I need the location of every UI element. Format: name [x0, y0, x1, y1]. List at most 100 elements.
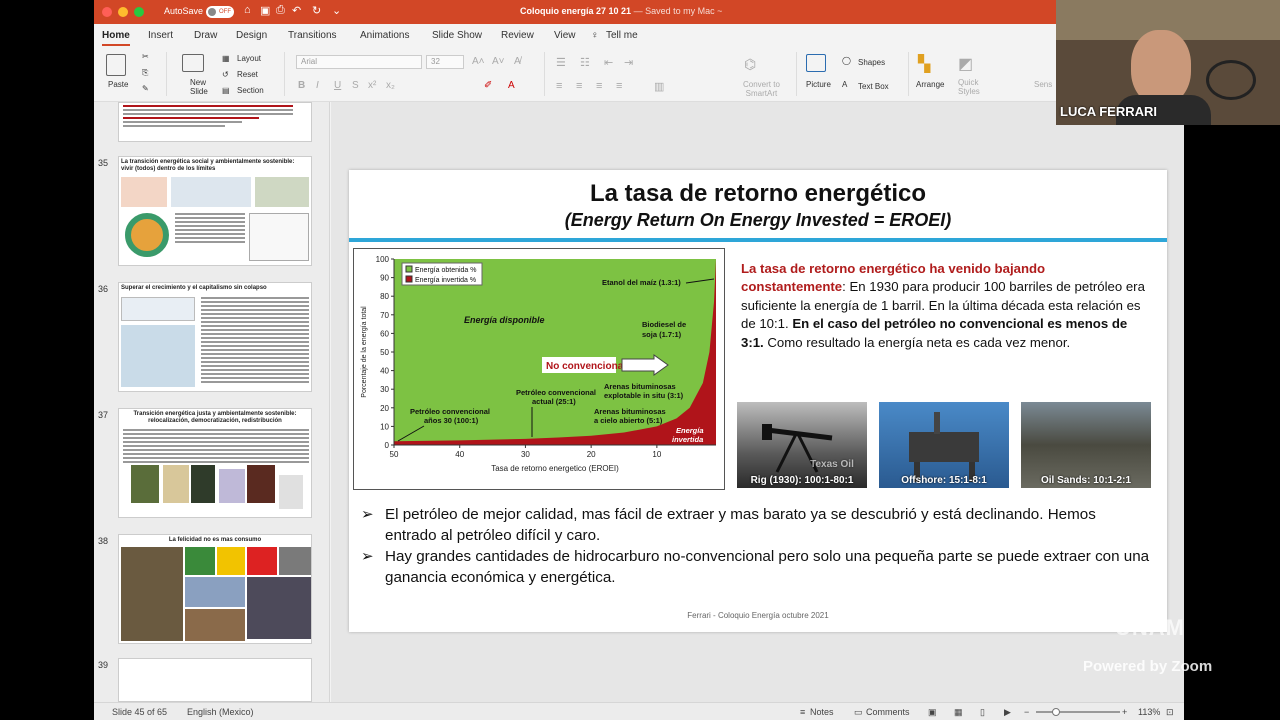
paste-icon[interactable]	[106, 54, 126, 76]
save-icon[interactable]: ▣	[260, 4, 270, 17]
indent-icon[interactable]: ⇤	[604, 56, 613, 69]
tab-transitions[interactable]: Transitions	[288, 30, 337, 41]
new-slide-label[interactable]: New Slide	[190, 78, 208, 96]
smartart-icon[interactable]: ⌬	[744, 56, 756, 73]
tab-home[interactable]: Home	[102, 30, 130, 46]
current-slide[interactable]: La tasa de retorno energético (Energy Re…	[349, 170, 1167, 632]
clear-format-icon[interactable]: A̸	[514, 56, 521, 67]
slide-thumbnail[interactable]: Transición energética justa y ambientalm…	[118, 408, 312, 518]
minimize-window-button[interactable]	[118, 7, 128, 17]
slide-thumbnails-pane[interactable]: 35 La transición energética social y amb…	[94, 102, 330, 702]
layout-button[interactable]: Layout	[237, 54, 261, 63]
convert-smartart-label[interactable]: Convert to SmartArt	[743, 80, 780, 98]
tab-review[interactable]: Review	[501, 30, 534, 41]
highlight-icon[interactable]: ✐	[484, 80, 492, 91]
comments-icon[interactable]: ▭	[854, 707, 863, 718]
tab-insert[interactable]: Insert	[148, 30, 173, 41]
tab-slide-show[interactable]: Slide Show	[432, 30, 482, 41]
language-indicator[interactable]: English (Mexico)	[187, 707, 254, 717]
zoom-out-icon[interactable]: −	[1024, 707, 1029, 717]
explanation-text[interactable]: La tasa de retorno energético ha venido …	[741, 260, 1151, 352]
picture-icon[interactable]	[806, 54, 826, 72]
zoom-in-icon[interactable]: +	[1122, 707, 1127, 717]
tab-draw[interactable]: Draw	[194, 30, 217, 41]
slideshow-icon[interactable]: ▶	[1004, 707, 1011, 718]
sensitivity-label[interactable]: Sens	[1034, 80, 1052, 89]
autosave-toggle[interactable]: OFF	[206, 6, 234, 18]
arrange-icon[interactable]: ▚	[918, 54, 930, 74]
copy-icon[interactable]: ⎘	[142, 68, 148, 78]
strikethrough-icon[interactable]: S	[352, 80, 359, 91]
outdent-icon[interactable]: ⇥	[624, 56, 633, 69]
numbering-icon[interactable]: ☷	[580, 56, 590, 69]
format-painter-icon[interactable]: ✎	[142, 84, 149, 93]
quick-styles-label[interactable]: Quick Styles	[958, 78, 980, 96]
align-right-icon[interactable]: ≡	[596, 80, 602, 92]
picture-label[interactable]: Picture	[806, 80, 831, 89]
shapes-label[interactable]: Shapes	[858, 58, 885, 67]
thumbnail-image	[121, 297, 195, 321]
font-name-field[interactable]: Arial	[296, 55, 422, 69]
slide-thumbnail[interactable]: La transición energética social y ambien…	[118, 156, 312, 266]
slide-thumbnail[interactable]: La felicidad no es mas consumo	[118, 534, 312, 644]
close-window-button[interactable]	[102, 7, 112, 17]
paste-label[interactable]: Paste	[108, 80, 128, 89]
reset-button[interactable]: Reset	[237, 70, 258, 79]
columns-icon[interactable]: ▥	[654, 80, 664, 93]
comments-button[interactable]: Comments	[866, 707, 910, 717]
subscript-icon[interactable]: x₂	[386, 80, 395, 91]
bullets-icon[interactable]: ☰	[556, 56, 566, 69]
slide-thumbnail[interactable]: Superar el crecimiento y el capitalismo …	[118, 282, 312, 392]
slide-editor-canvas[interactable]: La tasa de retorno energético (Energy Re…	[331, 102, 1184, 702]
shapes-icon[interactable]: ◯	[842, 56, 851, 65]
bullet-list[interactable]: ➢ El petróleo de mejor calidad, mas fáci…	[361, 504, 1151, 588]
eroei-chart[interactable]: 0 10 20 30 40 50 60 70 80 90 100 50 40 30 20 10 Tasa de …	[353, 248, 725, 490]
italic-icon[interactable]: I	[316, 80, 319, 91]
print-icon[interactable]: ⎙	[276, 4, 285, 17]
superscript-icon[interactable]: x²	[368, 80, 376, 91]
slide-subtitle[interactable]: (Energy Return On Energy Invested = EROE…	[349, 210, 1167, 231]
slide-thumbnail[interactable]	[118, 658, 312, 702]
arrange-label[interactable]: Arrange	[916, 80, 944, 89]
fit-to-window-icon[interactable]: ⊡	[1166, 707, 1174, 718]
increase-font-icon[interactable]: A˄	[472, 56, 485, 67]
reset-icon[interactable]: ↺	[222, 70, 229, 79]
quick-styles-icon[interactable]: ◩	[958, 54, 973, 74]
bold-icon[interactable]: B	[298, 80, 305, 91]
slide-title[interactable]: La tasa de retorno energético	[349, 180, 1167, 208]
layout-icon[interactable]: ▦	[222, 54, 230, 63]
customize-toolbar-icon[interactable]: ⌄	[332, 4, 341, 17]
slide-thumbnail[interactable]	[118, 102, 312, 142]
zoom-slider-thumb[interactable]	[1052, 708, 1060, 716]
home-icon[interactable]: ⌂	[244, 4, 251, 16]
justify-icon[interactable]: ≡	[616, 80, 622, 92]
tab-design[interactable]: Design	[236, 30, 267, 41]
text-box-label[interactable]: Text Box	[858, 82, 889, 91]
participant-video[interactable]: LUCA FERRARI	[1056, 0, 1280, 125]
decrease-font-icon[interactable]: A˅	[492, 56, 505, 67]
zoom-level[interactable]: 113%	[1138, 707, 1160, 717]
underline-icon[interactable]: U	[334, 80, 341, 91]
undo-icon[interactable]: ↶	[292, 4, 301, 17]
annotation-label: Arenas bituminosas	[594, 407, 666, 416]
redo-icon[interactable]: ↻	[312, 4, 321, 17]
normal-view-icon[interactable]: ▣	[928, 707, 937, 718]
align-left-icon[interactable]: ≡	[556, 80, 562, 92]
text-box-icon[interactable]: A	[842, 80, 847, 89]
tab-animations[interactable]: Animations	[360, 30, 409, 41]
tell-me-field[interactable]: Tell me	[606, 30, 638, 41]
cut-icon[interactable]: ✂	[142, 52, 149, 61]
section-icon[interactable]: ▤	[222, 86, 230, 95]
notes-icon[interactable]: ≡	[800, 707, 805, 717]
slide-sorter-icon[interactable]: ▦	[954, 707, 963, 718]
new-slide-icon[interactable]	[182, 54, 204, 72]
zoom-window-button[interactable]	[134, 7, 144, 17]
zoom-slider[interactable]	[1036, 711, 1120, 713]
notes-button[interactable]: Notes	[810, 707, 834, 717]
tab-view[interactable]: View	[554, 30, 576, 41]
align-center-icon[interactable]: ≡	[576, 80, 582, 92]
reading-view-icon[interactable]: ▯	[980, 707, 985, 718]
section-button[interactable]: Section	[237, 86, 264, 95]
font-color-icon[interactable]: A	[508, 80, 515, 91]
font-size-field[interactable]: 32	[426, 55, 464, 69]
